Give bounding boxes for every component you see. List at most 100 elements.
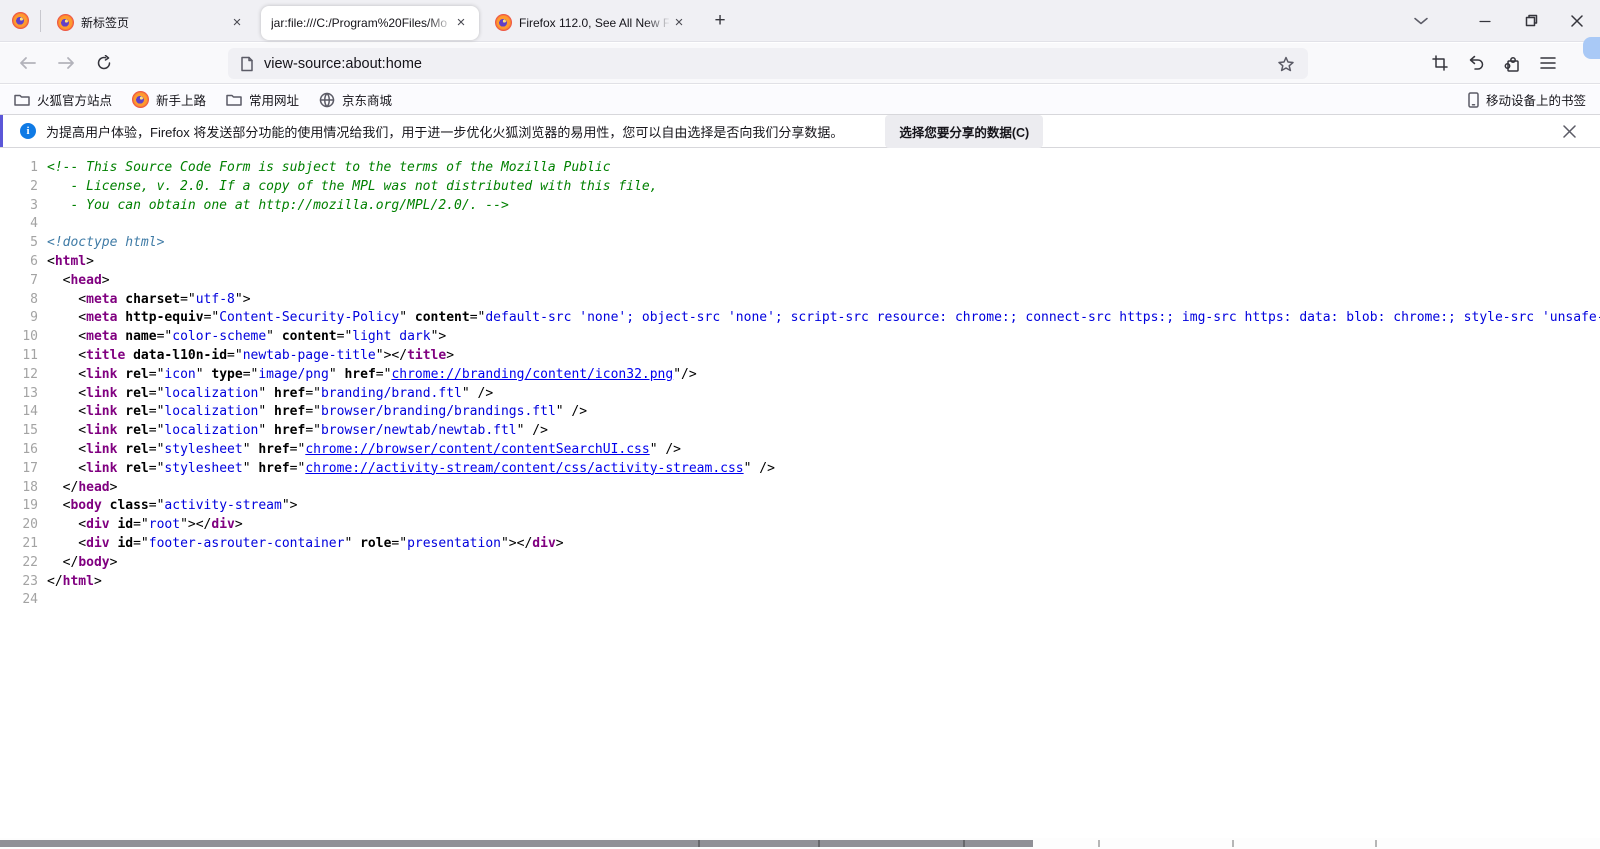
navigation-toolbar: view-source:about:home [0, 43, 1600, 84]
extensions-icon[interactable] [1496, 47, 1528, 79]
source-line: 19 <body class="activity-stream"> [0, 497, 1600, 516]
info-icon: i [20, 123, 36, 139]
pinned-tab-firefox[interactable] [0, 0, 40, 42]
scrollbar-tick [1232, 840, 1234, 847]
line-number: 18 [0, 479, 47, 498]
line-content: <!-- This Source Code Form is subject to… [47, 159, 611, 178]
line-content: <div id="footer-asrouter-container" role… [47, 535, 564, 554]
firefox-logo-icon [12, 12, 29, 29]
tab-firefox-features[interactable]: Firefox 112.0, See All New Fea × [485, 6, 697, 40]
bookmark-jd-mall[interactable]: 京东商城 [319, 90, 392, 109]
line-content: <title data-l10n-id="newtab-page-title">… [47, 347, 454, 366]
tab-title: 新标签页 [81, 14, 227, 31]
source-link[interactable]: chrome://branding/content/icon32.png [391, 367, 673, 382]
menu-icon[interactable] [1532, 47, 1564, 79]
tab-view-source-active[interactable]: jar:file:///C:/Program%20Files/Mo × [261, 6, 479, 40]
line-number: 24 [0, 591, 47, 610]
line-content: <head> [47, 272, 110, 291]
source-line: 9 <meta http-equiv="Content-Security-Pol… [0, 309, 1600, 328]
bookmark-getting-started[interactable]: 新手上路 [132, 90, 206, 109]
source-line: 14 <link rel="localization" href="browse… [0, 403, 1600, 422]
folder-icon [226, 93, 242, 106]
screenshot-icon[interactable] [1424, 47, 1456, 79]
line-content: <link rel="localization" href="browser/n… [47, 422, 548, 441]
bookmark-folder-common-sites[interactable]: 常用网址 [226, 90, 299, 109]
source-line: 16 <link rel="stylesheet" href="chrome:/… [0, 441, 1600, 460]
maximize-button[interactable] [1508, 0, 1554, 41]
source-line: 4 [0, 215, 1600, 234]
line-number: 4 [0, 215, 47, 234]
line-number: 12 [0, 366, 47, 385]
bookmark-folder-firefox-official[interactable]: 火狐官方站点 [14, 90, 112, 109]
line-number: 5 [0, 234, 47, 253]
tab-close-icon[interactable]: × [451, 13, 471, 33]
notification-close-icon[interactable] [1556, 118, 1582, 144]
star-icon[interactable] [1272, 50, 1300, 78]
undo-icon[interactable] [1460, 47, 1492, 79]
page-icon [240, 56, 254, 72]
source-line: 21 <div id="footer-asrouter-container" r… [0, 535, 1600, 554]
bookmarks-toolbar: 火狐官方站点 新手上路 常用网址 京东商城 移动设备上的书签 [0, 85, 1600, 114]
bookmark-mobile-devices[interactable]: 移动设备上的书签 [1468, 90, 1586, 109]
close-window-button[interactable] [1554, 0, 1600, 41]
choose-shared-data-button[interactable]: 选择您要分享的数据(C) [885, 115, 1043, 148]
notification-bar: i 为提高用户体验，Firefox 将发送部分功能的使用情况给我们，用于进一步优… [0, 114, 1600, 148]
horizontal-scrollbar[interactable] [0, 838, 1600, 849]
minimize-button[interactable] [1462, 0, 1508, 41]
url-bar[interactable]: view-source:about:home [228, 48, 1308, 79]
line-number: 6 [0, 253, 47, 272]
scrollbar-tick [818, 840, 820, 847]
tab-new-tab[interactable]: 新标签页 × [47, 6, 255, 40]
source-line: 17 <link rel="stylesheet" href="chrome:/… [0, 460, 1600, 479]
scrollbar-thumb[interactable] [0, 840, 1033, 847]
browser-window: 新标签页 × jar:file:///C:/Program%20Files/Mo… [0, 0, 1600, 849]
line-content: <meta charset="utf-8"> [47, 291, 251, 310]
source-line: 20 <div id="root"></div> [0, 516, 1600, 535]
line-number: 1 [0, 159, 47, 178]
bookmark-label: 火狐官方站点 [37, 90, 112, 109]
line-number: 15 [0, 422, 47, 441]
line-number: 3 [0, 197, 47, 216]
tab-close-icon[interactable]: × [669, 13, 689, 33]
forward-icon[interactable] [50, 47, 82, 79]
line-content: <html> [47, 253, 94, 272]
bookmark-label: 京东商城 [342, 90, 392, 109]
source-line: 2 - License, v. 2.0. If a copy of the MP… [0, 178, 1600, 197]
tab-title-fade [645, 6, 671, 40]
line-content: <meta http-equiv="Content-Security-Polic… [47, 309, 1600, 328]
source-line: 15 <link rel="localization" href="browse… [0, 422, 1600, 441]
line-number: 19 [0, 497, 47, 516]
scrollbar-tick [698, 840, 700, 847]
line-content: <link rel="stylesheet" href="chrome://ac… [47, 460, 775, 479]
source-line: 23</html> [0, 573, 1600, 592]
line-number: 20 [0, 516, 47, 535]
line-content: - You can obtain one at http://mozilla.o… [47, 197, 509, 216]
tab-divider [40, 10, 41, 32]
line-content: <!doctype html> [47, 234, 164, 253]
source-line: 3 - You can obtain one at http://mozilla… [0, 197, 1600, 216]
source-line: 1<!-- This Source Code Form is subject t… [0, 159, 1600, 178]
line-content: - License, v. 2.0. If a copy of the MPL … [47, 178, 657, 197]
bookmark-label: 新手上路 [156, 90, 206, 109]
list-all-tabs-icon[interactable] [1406, 6, 1436, 36]
source-line: 12 <link rel="icon" type="image/png" hre… [0, 366, 1600, 385]
source-link[interactable]: chrome://browser/content/contentSearchUI… [305, 442, 649, 457]
tab-close-icon[interactable]: × [227, 13, 247, 33]
line-number: 2 [0, 178, 47, 197]
source-line: 24 [0, 591, 1600, 610]
back-icon[interactable] [12, 47, 44, 79]
url-text: view-source:about:home [264, 56, 1272, 72]
line-number: 7 [0, 272, 47, 291]
tab-strip: 新标签页 × jar:file:///C:/Program%20Files/Mo… [0, 0, 1600, 42]
new-tab-button[interactable]: + [705, 6, 735, 36]
firefox-favicon-icon [57, 14, 74, 31]
line-content: <meta name="color-scheme" content="light… [47, 328, 446, 347]
line-number: 11 [0, 347, 47, 366]
reload-icon[interactable] [88, 47, 120, 79]
source-link[interactable]: chrome://activity-stream/content/css/act… [305, 461, 743, 476]
tab-title-fade [427, 6, 453, 40]
line-number: 23 [0, 573, 47, 592]
scrollbar-tick [1098, 840, 1100, 847]
line-content: </head> [47, 479, 117, 498]
line-content: <link rel="localization" href="browser/b… [47, 403, 587, 422]
